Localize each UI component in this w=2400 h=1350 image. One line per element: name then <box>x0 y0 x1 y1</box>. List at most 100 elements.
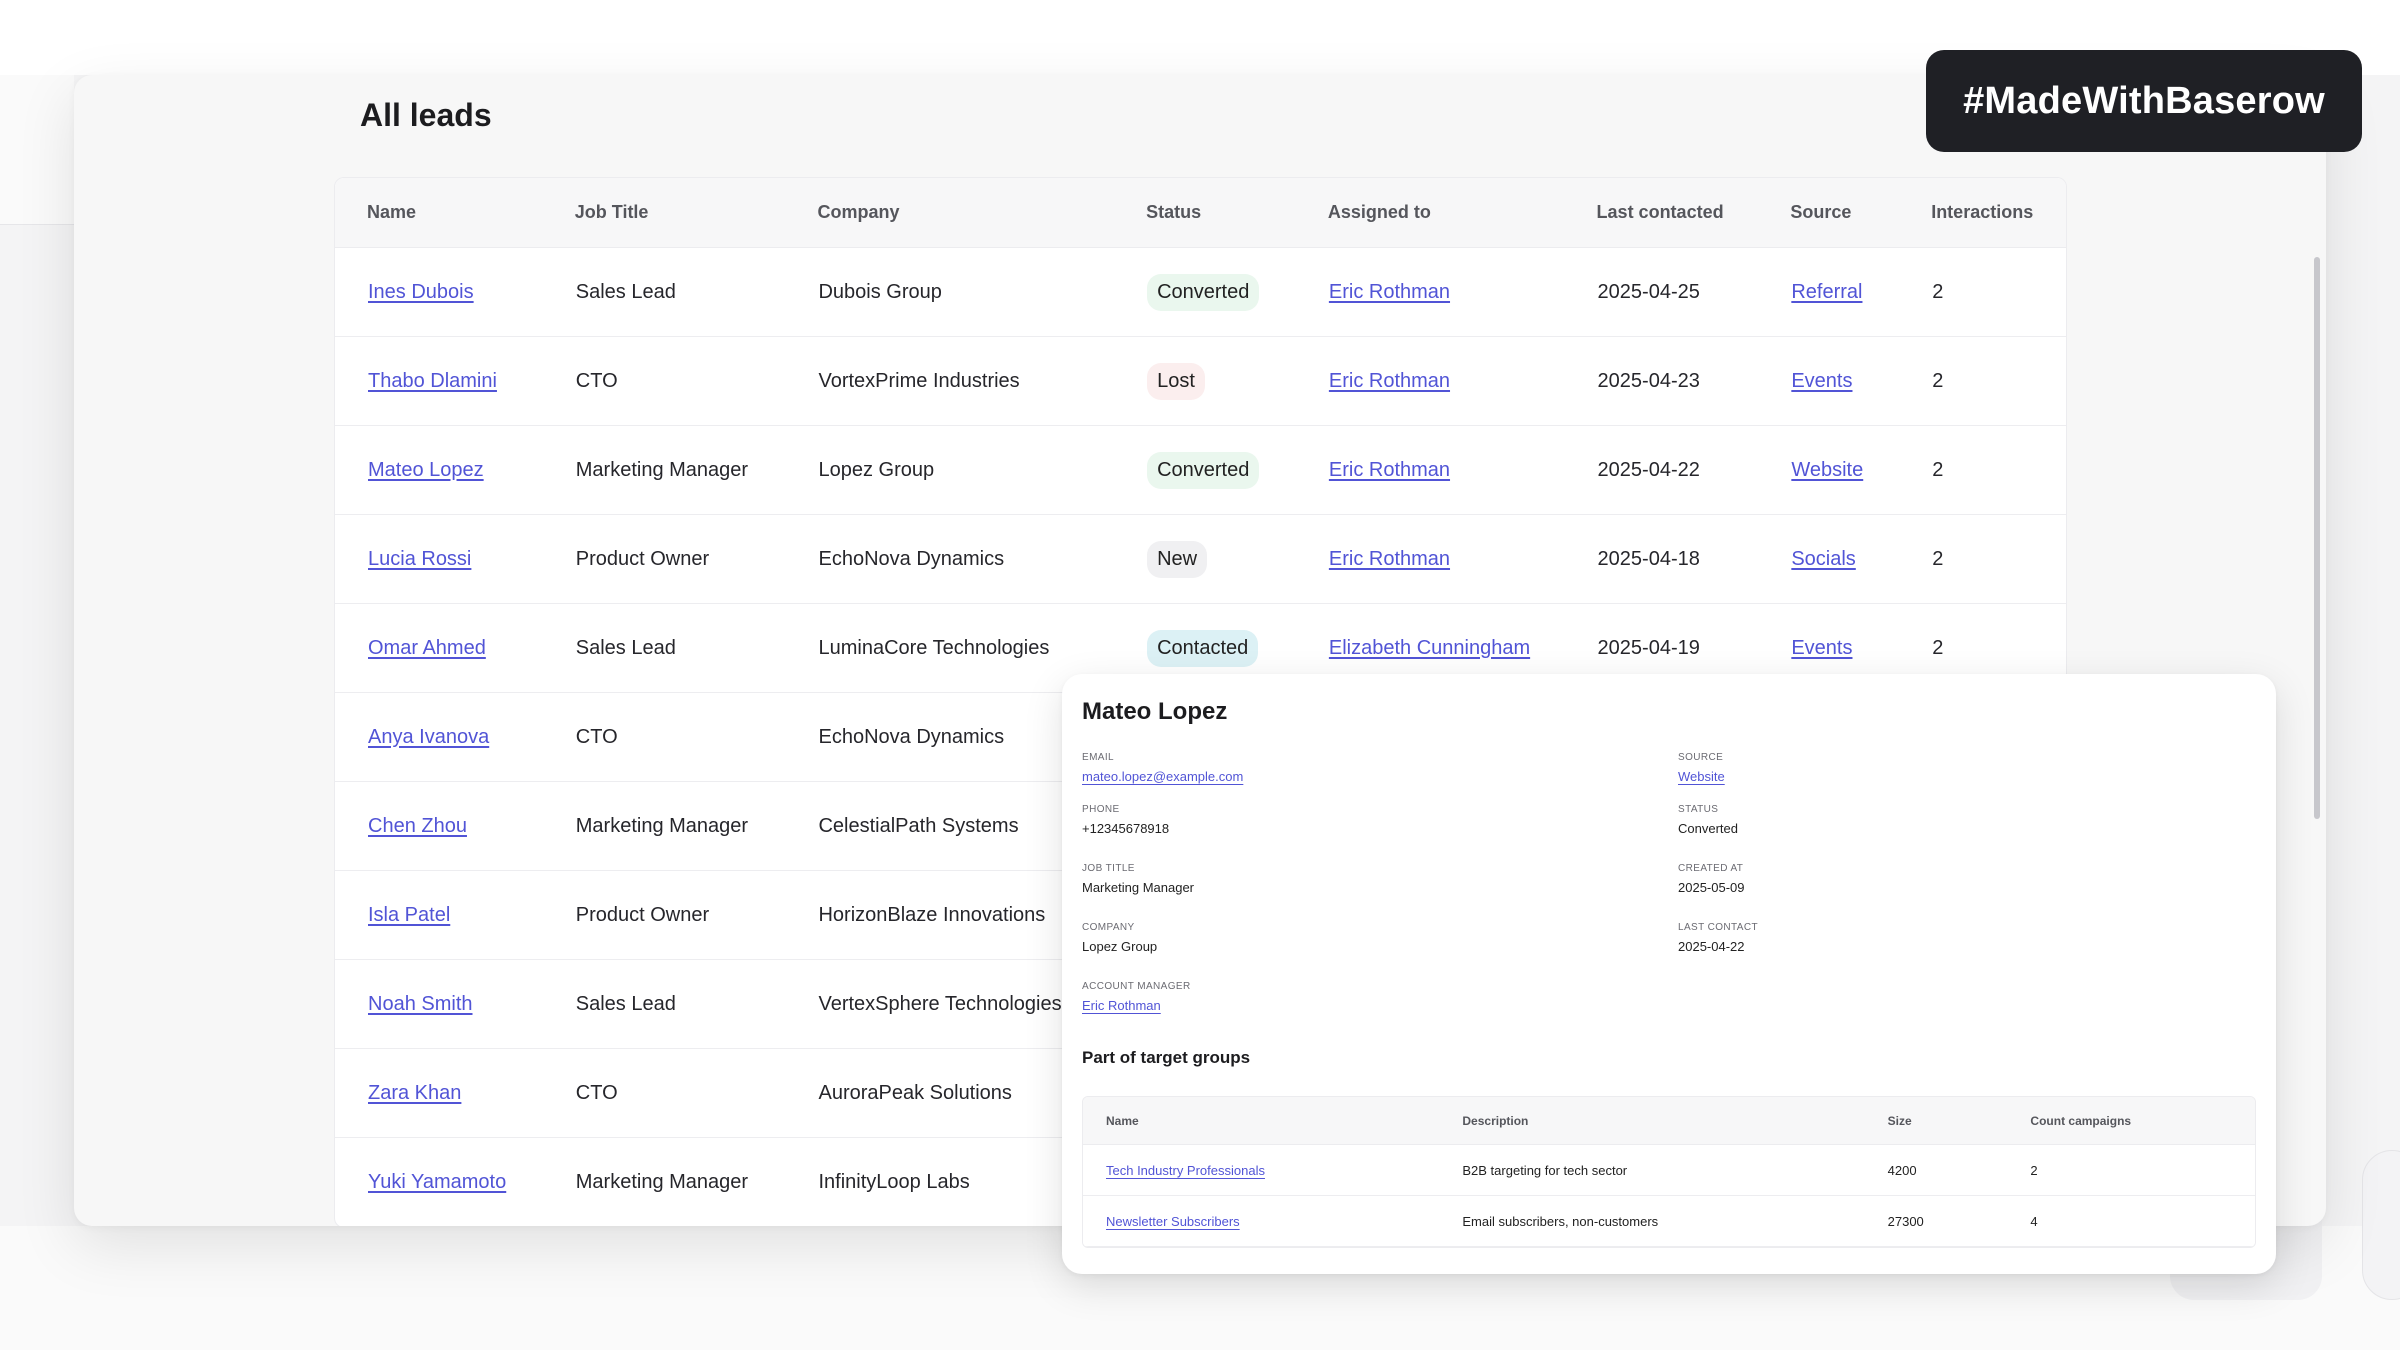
group-count-campaigns-text: 4 <box>2030 1213 2038 1229</box>
cell-source-link[interactable]: Socials <box>1791 548 1855 570</box>
table-row[interactable]: Ines Dubois Sales Lead Dubois Group Convert… <box>335 248 2066 337</box>
cell-name-link[interactable]: Thabo Dlamini <box>368 370 497 392</box>
field-last-contact: LAST CONTACT 2025-04-22 <box>1678 922 1758 954</box>
cell-name-link[interactable]: Mateo Lopez <box>368 459 484 481</box>
target-groups-body: Tech Industry Professionals B2B targeting… <box>1083 1145 2255 1247</box>
cell-source-link[interactable]: Events <box>1791 370 1852 392</box>
table-row[interactable]: Lucia Rossi Product Owner EchoNova Dynamic… <box>335 515 2066 604</box>
cell-name-link[interactable]: Yuki Yamamoto <box>368 1171 506 1193</box>
cell-interactions: 2 <box>1899 370 2066 393</box>
group-name-link[interactable]: Tech Industry Professionals <box>1106 1163 1265 1178</box>
cell-company: Dubois Group <box>785 281 1114 304</box>
group-size: 4200 <box>1865 1163 2008 1178</box>
cell-name: Chen Zhou <box>335 815 543 838</box>
column-header-source[interactable]: Source <box>1758 202 1899 223</box>
group-count-campaigns: 2 <box>2007 1163 2255 1178</box>
column-header-job-title[interactable]: Job Title <box>543 202 786 223</box>
group-size-text: 27300 <box>1887 1213 1924 1229</box>
target-group-row[interactable]: Newsletter Subscribers Email subscribers,… <box>1083 1196 2255 1247</box>
cell-name: Mateo Lopez <box>335 459 543 482</box>
cell-name-link[interactable]: Lucia Rossi <box>368 548 471 570</box>
field-email-value[interactable]: mateo.lopez@example.com <box>1082 769 1243 784</box>
field-source-value[interactable]: Website <box>1678 769 1725 784</box>
column-header-last-contacted[interactable]: Last contacted <box>1565 202 1759 223</box>
group-description-text: B2B targeting for tech sector <box>1462 1162 1628 1178</box>
cell-name-link[interactable]: Anya Ivanova <box>368 726 489 748</box>
column-header-interactions[interactable]: Interactions <box>1899 202 2066 223</box>
cell-job-title-text: Sales Lead <box>575 992 676 1015</box>
cell-name: Noah Smith <box>335 993 543 1016</box>
vertical-scrollbar[interactable] <box>2314 257 2320 819</box>
groups-column-size: Size <box>1887 1113 1912 1128</box>
table-row[interactable]: Mateo Lopez Marketing Manager Lopez Group C… <box>335 426 2066 515</box>
cell-interactions: 2 <box>1899 637 2066 660</box>
cell-assigned-to-link[interactable]: Eric Rothman <box>1329 281 1450 303</box>
cell-company-text: HorizonBlaze Innovations <box>818 903 1046 926</box>
group-size-text: 4200 <box>1887 1162 1917 1178</box>
field-created-at-label: CREATED AT <box>1678 863 1744 874</box>
cell-assigned-to-link[interactable]: Eric Rothman <box>1329 548 1450 570</box>
cell-name-link[interactable]: Isla Patel <box>368 904 450 926</box>
cell-assigned-to: Eric Rothman <box>1296 370 1565 393</box>
cell-assigned-to-link[interactable]: Eric Rothman <box>1329 370 1450 392</box>
table-row[interactable]: Thabo Dlamini CTO VortexPrime Industries Lo… <box>335 337 2066 426</box>
cell-company-text: EchoNova Dynamics <box>818 547 1005 570</box>
cell-name-link[interactable]: Chen Zhou <box>368 815 467 837</box>
cell-source-link[interactable]: Website <box>1791 459 1863 481</box>
cell-interactions-text: 2 <box>1932 369 1944 392</box>
target-group-row[interactable]: Tech Industry Professionals B2B targeting… <box>1083 1145 2255 1196</box>
cell-last-contacted-text: 2025-04-23 <box>1597 369 1700 392</box>
cell-company: Lopez Group <box>785 459 1114 482</box>
cell-status: Converted <box>1114 451 1296 489</box>
field-job-title: JOB TITLE Marketing Manager <box>1082 863 1194 895</box>
cell-company-text: VertexSphere Technologies <box>818 992 1062 1015</box>
groups-column-name: Name <box>1106 1113 1139 1128</box>
field-status: STATUS Converted <box>1678 804 1738 836</box>
group-name: Newsletter Subscribers <box>1083 1214 1439 1229</box>
column-header-company[interactable]: Company <box>785 202 1114 223</box>
column-header-status[interactable]: Status <box>1114 202 1296 223</box>
cell-name: Ines Dubois <box>335 281 543 304</box>
cell-assigned-to-link[interactable]: Eric Rothman <box>1329 459 1450 481</box>
cell-company-text: Dubois Group <box>818 280 942 303</box>
groups-column-count-campaigns: Count campaigns <box>2030 1113 2132 1128</box>
cell-assigned-to: Eric Rothman <box>1296 281 1565 304</box>
page-title: All leads <box>360 97 492 133</box>
cell-job-title-text: Product Owner <box>575 547 710 570</box>
field-company-value: Lopez Group <box>1082 939 1158 954</box>
status-badge: Lost <box>1147 362 1205 400</box>
field-account-manager-value[interactable]: Eric Rothman <box>1082 998 1191 1013</box>
field-source: SOURCE Website <box>1678 752 1725 784</box>
field-email-label: EMAIL <box>1082 752 1115 763</box>
cell-last-contacted: 2025-04-18 <box>1565 548 1759 571</box>
cell-company: VortexPrime Industries <box>785 370 1114 393</box>
cell-name: Anya Ivanova <box>335 726 543 749</box>
column-header-name[interactable]: Name <box>335 202 543 223</box>
column-header-assigned-to[interactable]: Assigned to <box>1296 202 1565 223</box>
cell-source-link[interactable]: Referral <box>1791 281 1862 303</box>
field-account-manager-label: ACCOUNT MANAGER <box>1082 981 1191 992</box>
detail-lead-name: Mateo Lopez <box>1082 698 1228 725</box>
cell-name-link[interactable]: Zara Khan <box>368 1082 461 1104</box>
group-name: Tech Industry Professionals <box>1083 1163 1439 1178</box>
cell-job-title: Product Owner <box>543 548 786 571</box>
field-phone-value: +12345678918 <box>1082 821 1170 836</box>
cell-last-contacted-text: 2025-04-22 <box>1597 458 1700 481</box>
cell-name-link[interactable]: Ines Dubois <box>368 281 474 303</box>
cell-interactions-text: 2 <box>1932 636 1944 659</box>
cell-assigned-to-link[interactable]: Elizabeth Cunningham <box>1329 637 1530 659</box>
cell-source-link[interactable]: Events <box>1791 637 1852 659</box>
group-description: B2B targeting for tech sector <box>1439 1163 1864 1178</box>
cell-interactions: 2 <box>1899 548 2066 571</box>
cell-name-link[interactable]: Omar Ahmed <box>368 637 486 659</box>
cell-interactions: 2 <box>1899 459 2066 482</box>
target-groups-table: Name Description Size Count campaigns Te… <box>1082 1096 2256 1248</box>
cell-last-contacted-text: 2025-04-18 <box>1597 547 1700 570</box>
groups-column-description: Description <box>1462 1113 1529 1128</box>
group-name-link[interactable]: Newsletter Subscribers <box>1106 1214 1240 1229</box>
field-phone: PHONE +12345678918 <box>1082 804 1169 836</box>
cell-last-contacted: 2025-04-22 <box>1565 459 1759 482</box>
group-count-campaigns: 4 <box>2007 1214 2255 1229</box>
group-count-campaigns-text: 2 <box>2030 1162 2038 1178</box>
cell-name-link[interactable]: Noah Smith <box>368 993 473 1015</box>
